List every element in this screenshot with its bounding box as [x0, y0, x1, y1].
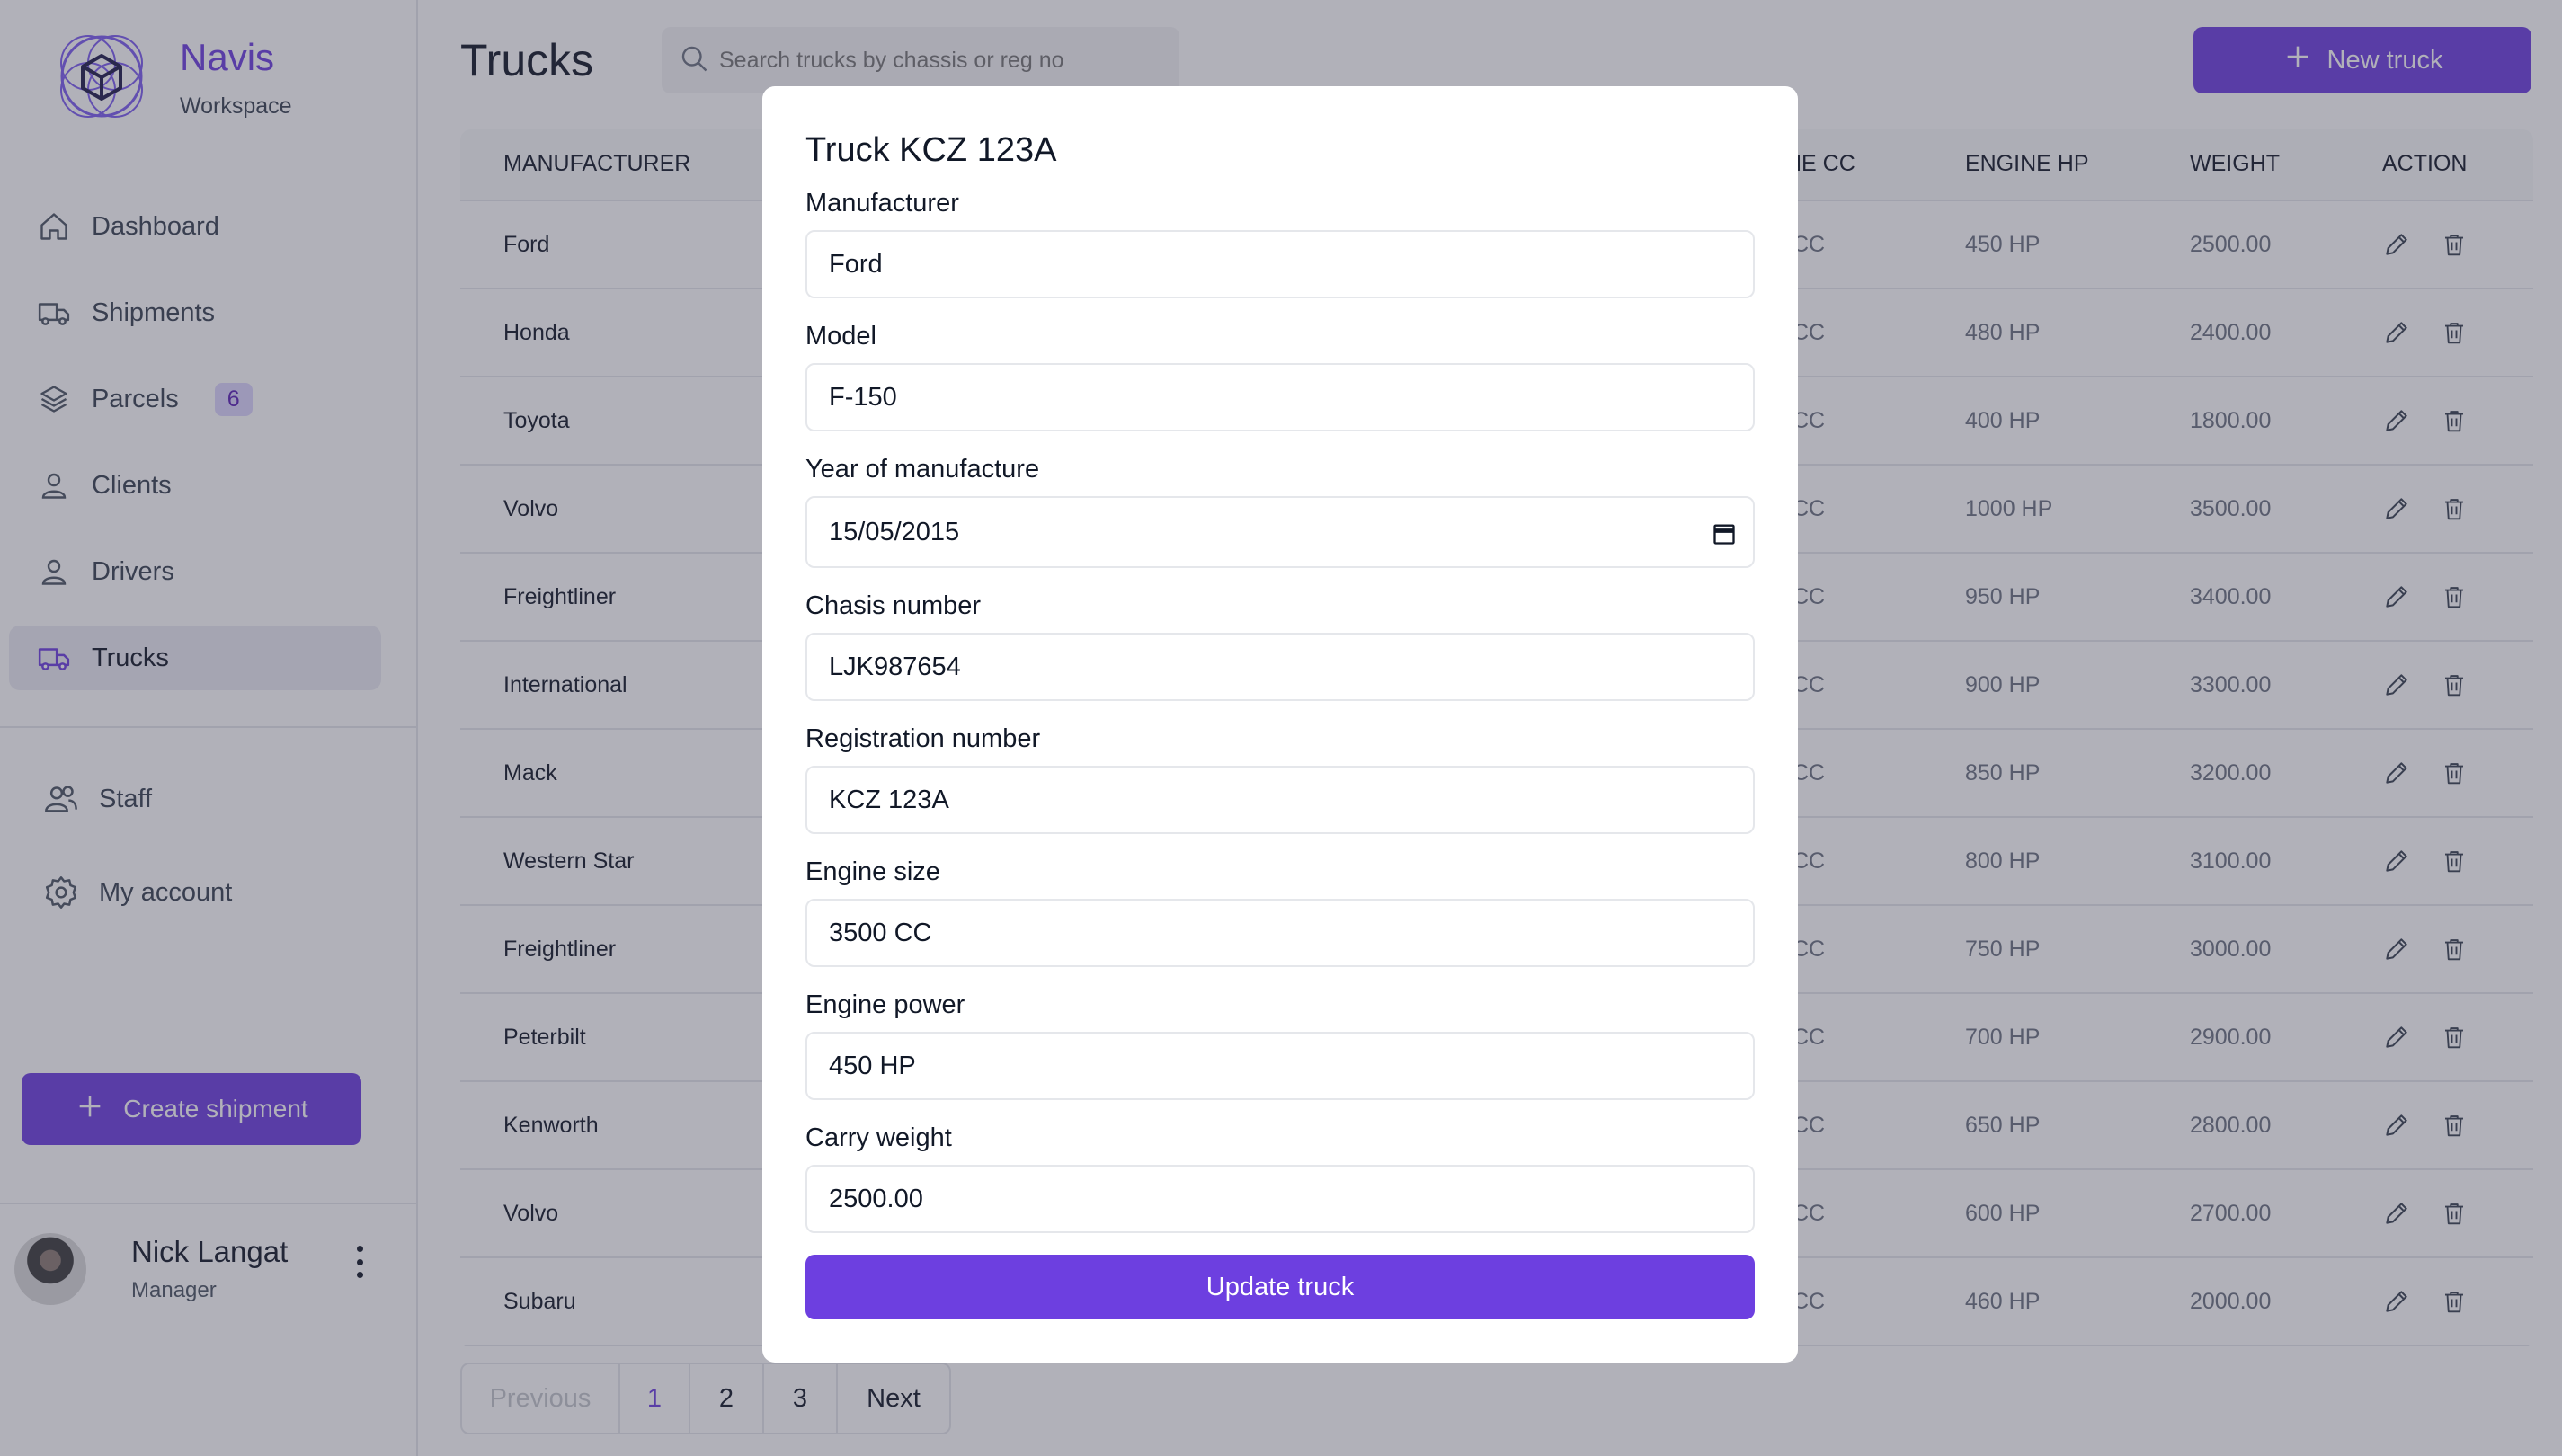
model-label: Model	[805, 322, 876, 351]
engine-size-field[interactable]: 3500 CC	[805, 899, 1755, 967]
model-field[interactable]: F-150	[805, 363, 1755, 431]
carry-weight-label: Carry weight	[805, 1123, 952, 1152]
manufacturer-field[interactable]: Ford	[805, 230, 1755, 298]
modal-title: Truck KCZ 123A	[805, 131, 1057, 169]
edit-truck-modal: Truck KCZ 123A Manufacturer Ford Model F…	[762, 86, 1798, 1363]
registration-number-label: Registration number	[805, 724, 1041, 753]
calendar-icon[interactable]	[1712, 521, 1737, 554]
engine-power-field[interactable]: 450 HP	[805, 1032, 1755, 1100]
manufacturer-label: Manufacturer	[805, 189, 959, 218]
chassis-number-field[interactable]: LJK987654	[805, 633, 1755, 701]
year-of-manufacture-field[interactable]: 15/05/2015	[805, 496, 1755, 568]
carry-weight-field[interactable]: 2500.00	[805, 1165, 1755, 1233]
year-of-manufacture-label: Year of manufacture	[805, 455, 1040, 484]
engine-size-label: Engine size	[805, 857, 940, 886]
engine-power-label: Engine power	[805, 990, 965, 1019]
update-truck-button[interactable]: Update truck	[805, 1255, 1755, 1319]
registration-number-field[interactable]: KCZ 123A	[805, 766, 1755, 834]
year-of-manufacture-value: 15/05/2015	[829, 517, 960, 546]
chassis-number-label: Chasis number	[805, 591, 982, 620]
